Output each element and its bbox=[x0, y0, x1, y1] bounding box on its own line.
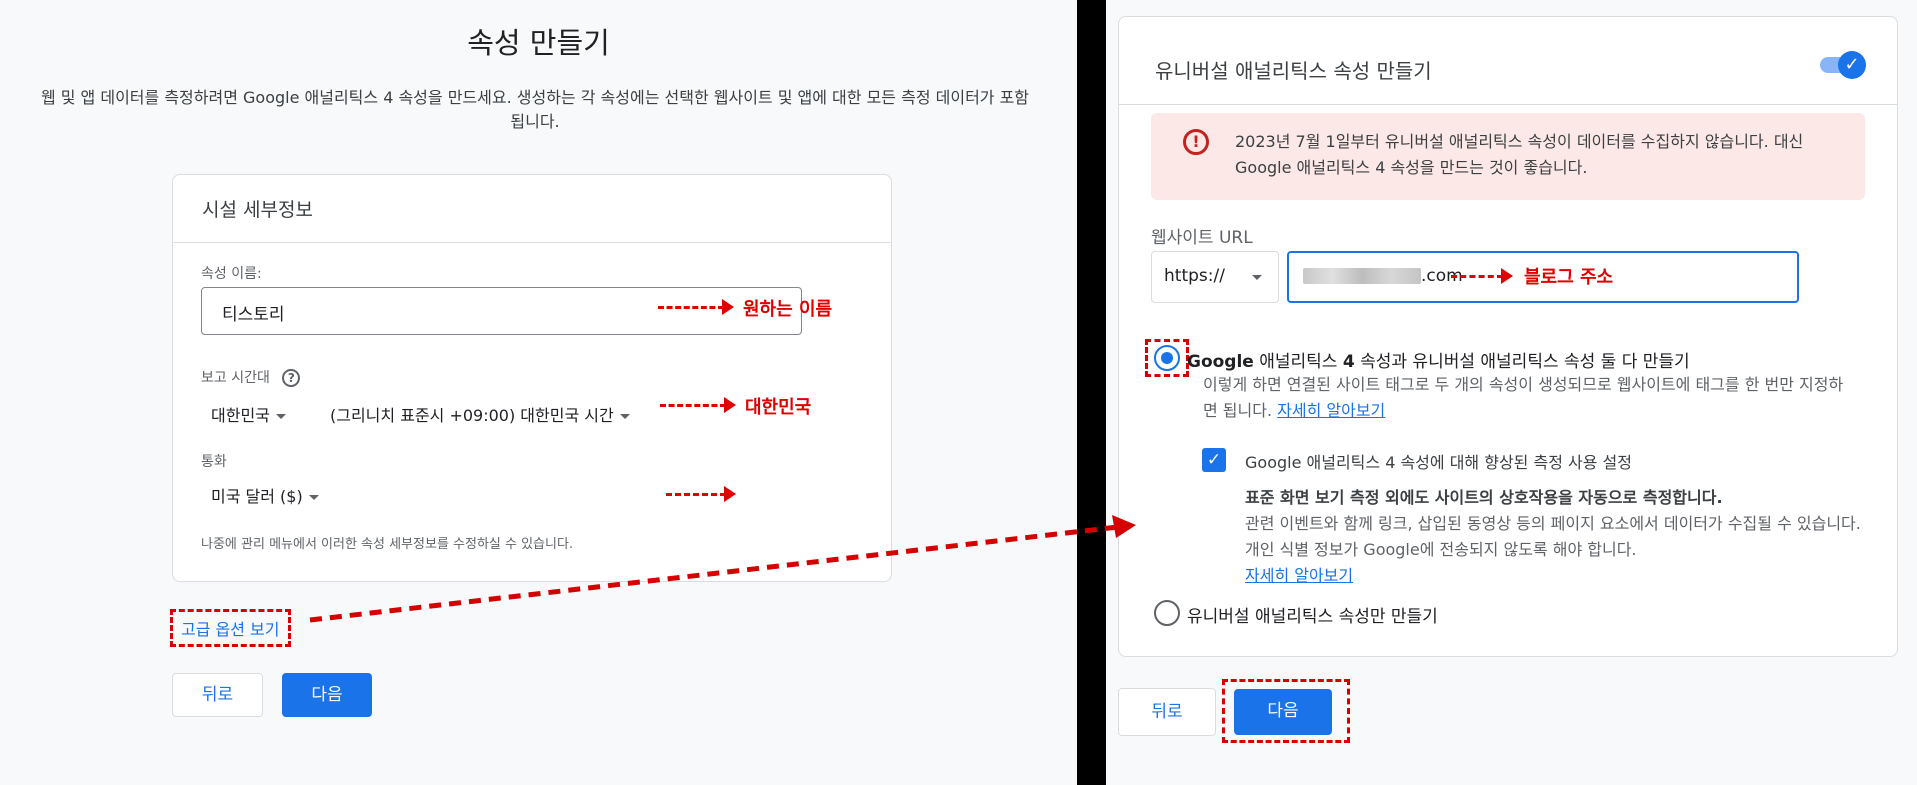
annotation-arrow-cross bbox=[309, 515, 1136, 623]
